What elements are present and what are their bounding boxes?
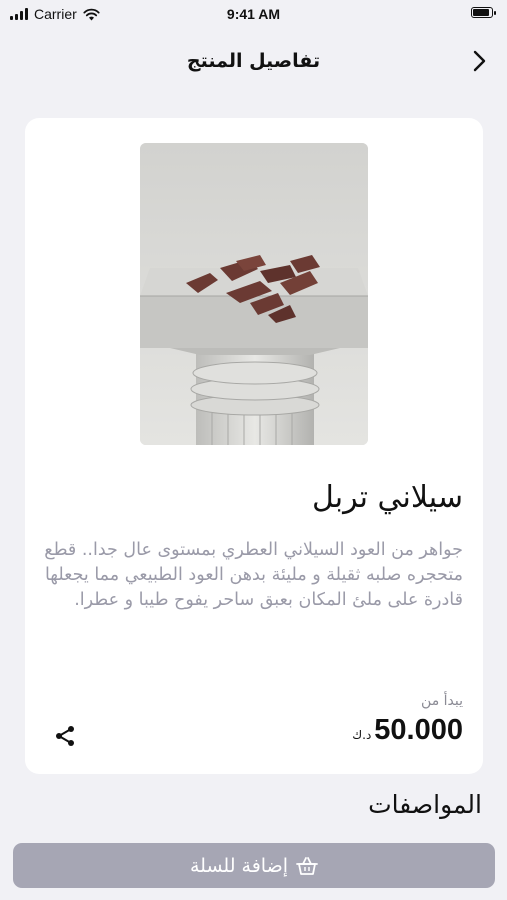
product-title: سيلاني تربل bbox=[312, 480, 463, 515]
add-to-cart-button[interactable]: إضافة للسلة bbox=[13, 843, 495, 888]
page-title: تفاصيل المنتج bbox=[186, 50, 321, 72]
product-card: سيلاني تربل جواهر من العود السيلاني العط… bbox=[25, 118, 483, 774]
chevron-right-icon bbox=[473, 50, 486, 72]
nav-bar: تفاصيل المنتج bbox=[0, 40, 507, 84]
status-time: 9:41 AM bbox=[226, 6, 281, 22]
price-label: يبدأ من bbox=[421, 693, 463, 709]
share-icon bbox=[56, 726, 74, 746]
status-bar: Carrier 9:41 AM bbox=[0, 0, 507, 30]
price-row: 50.000 د.ك bbox=[352, 714, 463, 747]
back-button[interactable] bbox=[465, 46, 495, 76]
price-currency: د.ك bbox=[352, 728, 372, 742]
product-description: جواهر من العود السيلاني العطري بمستوى عا… bbox=[44, 540, 463, 610]
battery-icon bbox=[471, 7, 496, 18]
cart-button-label: إضافة للسلة bbox=[189, 854, 288, 877]
product-image bbox=[140, 143, 368, 445]
specs-title: المواصفات bbox=[368, 790, 482, 819]
basket-icon bbox=[296, 856, 318, 875]
share-button[interactable] bbox=[50, 721, 80, 751]
price-value: 50.000 bbox=[374, 714, 463, 746]
